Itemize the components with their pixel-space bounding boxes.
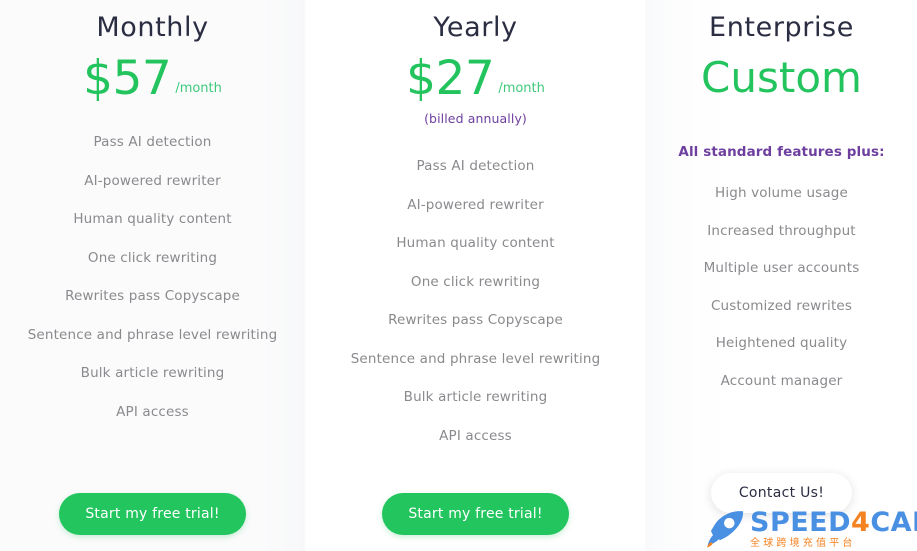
- pricing-page: Monthly $57 /month Pass AI detection AI-…: [0, 0, 917, 551]
- price-row-yearly: $27 /month: [406, 55, 545, 102]
- start-free-trial-button-monthly[interactable]: Start my free trial!: [59, 493, 246, 535]
- price-amount-monthly: $57: [83, 51, 172, 106]
- plan-title-yearly: Yearly: [433, 12, 518, 43]
- list-item: Increased throughput: [707, 222, 856, 239]
- price-period-monthly: /month: [175, 81, 222, 96]
- price-amount-yearly: $27: [406, 51, 495, 106]
- cta-wrap-enterprise: Contact Us!: [646, 473, 917, 513]
- plan-title-monthly: Monthly: [96, 12, 209, 43]
- pricing-column-enterprise: Enterprise Custom All standard features …: [646, 0, 917, 551]
- list-item: AI-powered rewriter: [407, 196, 544, 213]
- list-item: Account manager: [720, 372, 843, 389]
- price-custom-enterprise: Custom: [701, 53, 862, 102]
- list-item: API access: [116, 403, 189, 420]
- list-item: Sentence and phrase level rewriting: [27, 326, 278, 343]
- list-item: Human quality content: [396, 235, 555, 251]
- cta-wrap-yearly: Start my free trial!: [305, 493, 646, 535]
- list-item: One click rewriting: [87, 249, 218, 266]
- pricing-column-yearly: Yearly $27 /month (billed annually) Pass…: [305, 0, 646, 551]
- list-item: Heightened quality: [715, 335, 848, 351]
- list-item: Human quality content: [73, 211, 232, 227]
- list-item: Pass AI detection: [416, 158, 535, 174]
- price-period-yearly: /month: [498, 81, 545, 96]
- pricing-column-monthly: Monthly $57 /month Pass AI detection AI-…: [0, 0, 305, 551]
- feature-list-monthly: Pass AI detection AI-powered rewriter Hu…: [0, 134, 305, 444]
- list-item: Rewrites pass Copyscape: [65, 288, 240, 304]
- price-row-monthly: $57 /month: [83, 55, 222, 102]
- list-item: Sentence and phrase level rewriting: [350, 350, 601, 367]
- contact-us-button[interactable]: Contact Us!: [710, 473, 853, 513]
- feature-list-yearly: Pass AI detection AI-powered rewriter Hu…: [305, 158, 646, 468]
- list-item: Bulk article rewriting: [80, 365, 225, 381]
- billed-annually-note: (billed annually): [424, 111, 527, 126]
- list-item: Bulk article rewriting: [403, 389, 548, 405]
- feature-list-enterprise: High volume usage Increased throughput M…: [646, 185, 917, 412]
- list-item: One click rewriting: [410, 273, 541, 290]
- list-item: Rewrites pass Copyscape: [388, 312, 563, 328]
- cta-wrap-monthly: Start my free trial!: [0, 493, 305, 535]
- list-item: Pass AI detection: [93, 134, 212, 150]
- list-item: Customized rewrites: [710, 297, 853, 314]
- start-free-trial-button-yearly[interactable]: Start my free trial!: [382, 493, 569, 535]
- list-item: API access: [439, 427, 512, 444]
- plan-title-enterprise: Enterprise: [709, 12, 854, 43]
- list-item: Multiple user accounts: [703, 260, 860, 276]
- list-item: AI-powered rewriter: [84, 172, 221, 189]
- enterprise-features-heading: All standard features plus:: [678, 144, 885, 160]
- list-item: High volume usage: [715, 185, 848, 201]
